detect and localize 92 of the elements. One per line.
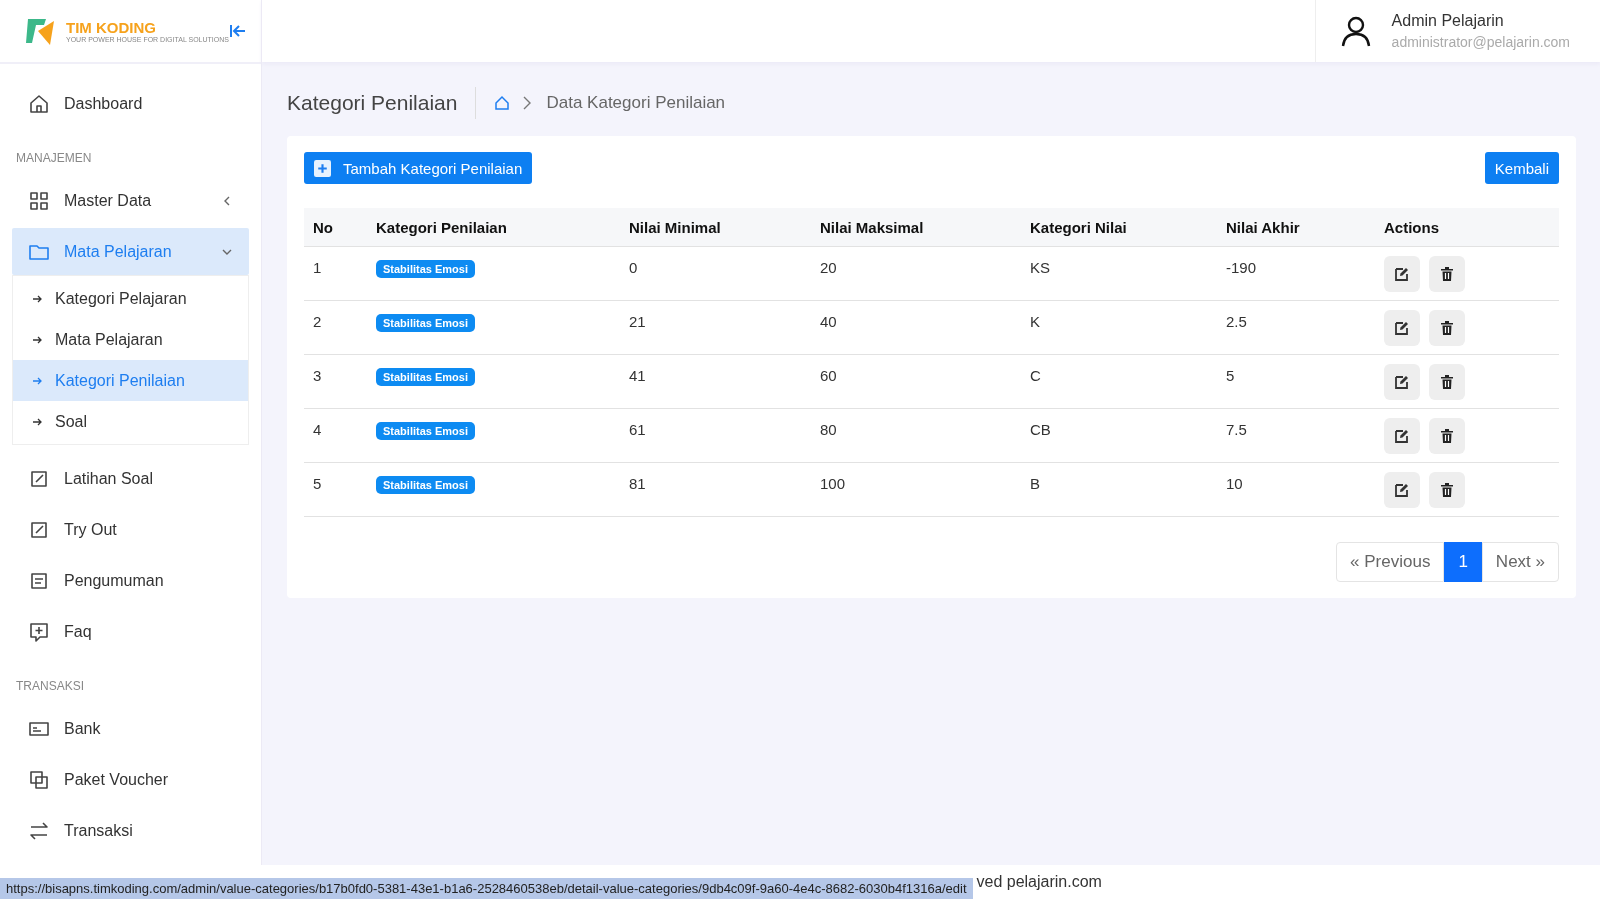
breadcrumb-item: Data Kategori Penilaian (546, 93, 726, 113)
add-button[interactable]: Tambah Kategori Penilaian (304, 152, 533, 184)
table-cell: 100 (811, 462, 1021, 517)
table-cell: 0 (620, 246, 811, 301)
delete-button[interactable] (1429, 418, 1465, 454)
table-cell: 20 (811, 246, 1021, 301)
table-cell: 5 (1217, 354, 1375, 409)
table-cell: 2 (304, 300, 367, 355)
trash-icon (1439, 320, 1455, 336)
sidebar-item[interactable]: Try Out (12, 506, 249, 553)
back-button[interactable]: Kembali (1484, 152, 1559, 184)
page-button[interactable]: « Previous (1336, 542, 1445, 582)
trash-icon (1439, 266, 1455, 282)
table-cell: 61 (620, 408, 811, 463)
table-cell: CB (1021, 408, 1217, 463)
sidebar-item[interactable]: Latihan Soal (12, 455, 249, 502)
user-email: administrator@pelajarin.com (1391, 34, 1570, 50)
trash-icon (1439, 374, 1455, 390)
table-cell: 41 (620, 354, 811, 409)
user-icon[interactable] (1339, 14, 1372, 48)
grid-icon (28, 189, 50, 212)
user-name: Admin Pelajarin (1391, 12, 1505, 30)
submenu-item[interactable]: Soal (13, 401, 248, 442)
table-cell: 81 (620, 462, 811, 517)
column-header: No (304, 208, 367, 247)
column-header: Nilai Akhir (1217, 208, 1375, 247)
plus-icon (28, 620, 50, 643)
delete-button[interactable] (1429, 472, 1465, 508)
column-header: Actions (1375, 208, 1559, 247)
edit-button[interactable] (1384, 472, 1420, 508)
table-cell: 80 (811, 408, 1021, 463)
table-cell: C (1021, 354, 1217, 409)
edit-button[interactable] (1384, 310, 1420, 346)
category-tag: Stabilitas Emosi (376, 476, 475, 494)
chevron-right-icon (522, 95, 533, 111)
edit-button[interactable] (1384, 364, 1420, 400)
category-tag: Stabilitas Emosi (376, 260, 475, 278)
trash-icon (1439, 482, 1455, 498)
table-cell: 10 (1217, 462, 1375, 517)
submenu-item[interactable]: Kategori Pelajaran (13, 278, 248, 319)
table-cell: -190 (1217, 246, 1375, 301)
edit-icon (1394, 428, 1410, 444)
column-header: Kategori Nilai (1021, 208, 1217, 247)
page-button[interactable]: 1 (1444, 542, 1482, 582)
delete-button[interactable] (1429, 256, 1465, 292)
home-icon (28, 92, 50, 115)
category-tag: Stabilitas Emosi (376, 422, 475, 440)
collapse-icon[interactable] (229, 23, 247, 39)
sidebar-item[interactable]: Paket Voucher (12, 756, 249, 803)
copy-icon (28, 768, 50, 791)
edit-button[interactable] (1384, 256, 1420, 292)
edit-icon (1394, 320, 1410, 336)
table-cell: 4 (304, 408, 367, 463)
swap-icon (28, 819, 50, 842)
column-header: Kategori Penilaian (367, 208, 620, 247)
sidebar-item[interactable]: Dashboard (12, 80, 249, 127)
status-url: https://bisapns.timkoding.com/admin/value-categories/b17b0fd0-5381-43e1-b1a6-2528460538eb/detail-value-categories/9db4c09f-9a60-4e4c-8682-6030b4f1316a/edit (0, 878, 973, 899)
delete-button[interactable] (1429, 310, 1465, 346)
category-tag: Stabilitas Emosi (376, 368, 475, 386)
submenu-item[interactable]: Mata Pelajaran (13, 319, 248, 360)
trash-icon (1439, 428, 1455, 444)
column-header: Nilai Maksimal (811, 208, 1021, 247)
section-label: TRANSAKSI (15, 678, 85, 695)
page-button[interactable]: Next » (1481, 542, 1559, 582)
sidebar-item[interactable]: Transaksi (12, 807, 249, 854)
table-cell: 40 (811, 300, 1021, 355)
table-cell: 5 (304, 462, 367, 517)
section-label: MANAJEMEN (15, 150, 93, 167)
edit-icon (1394, 374, 1410, 390)
column-header: Nilai Minimal (620, 208, 811, 247)
sidebar-item[interactable]: Pengumuman (12, 557, 249, 604)
delete-button[interactable] (1429, 364, 1465, 400)
table-cell: 3 (304, 354, 367, 409)
edit-icon (1394, 266, 1410, 282)
edit-button[interactable] (1384, 418, 1420, 454)
footer-text: ved pelajarin.com (976, 873, 1102, 892)
table-cell: K (1021, 300, 1217, 355)
sidebar-item[interactable]: Faq (12, 608, 249, 655)
edit-icon (1394, 482, 1410, 498)
plus-icon (314, 159, 331, 177)
table-cell: 7.5 (1217, 408, 1375, 463)
sidebar-item[interactable]: Bank (12, 705, 249, 752)
table-cell: 60 (811, 354, 1021, 409)
table-cell: KS (1021, 246, 1217, 301)
sidebar-item[interactable]: Master Data (12, 177, 249, 224)
category-tag: Stabilitas Emosi (376, 314, 475, 332)
page-title: Kategori Penilaian (287, 91, 458, 115)
table-cell: B (1021, 462, 1217, 517)
home-icon[interactable] (494, 95, 511, 111)
table-cell: 21 (620, 300, 811, 355)
table-cell: 2.5 (1217, 300, 1375, 355)
table-cell: 1 (304, 246, 367, 301)
